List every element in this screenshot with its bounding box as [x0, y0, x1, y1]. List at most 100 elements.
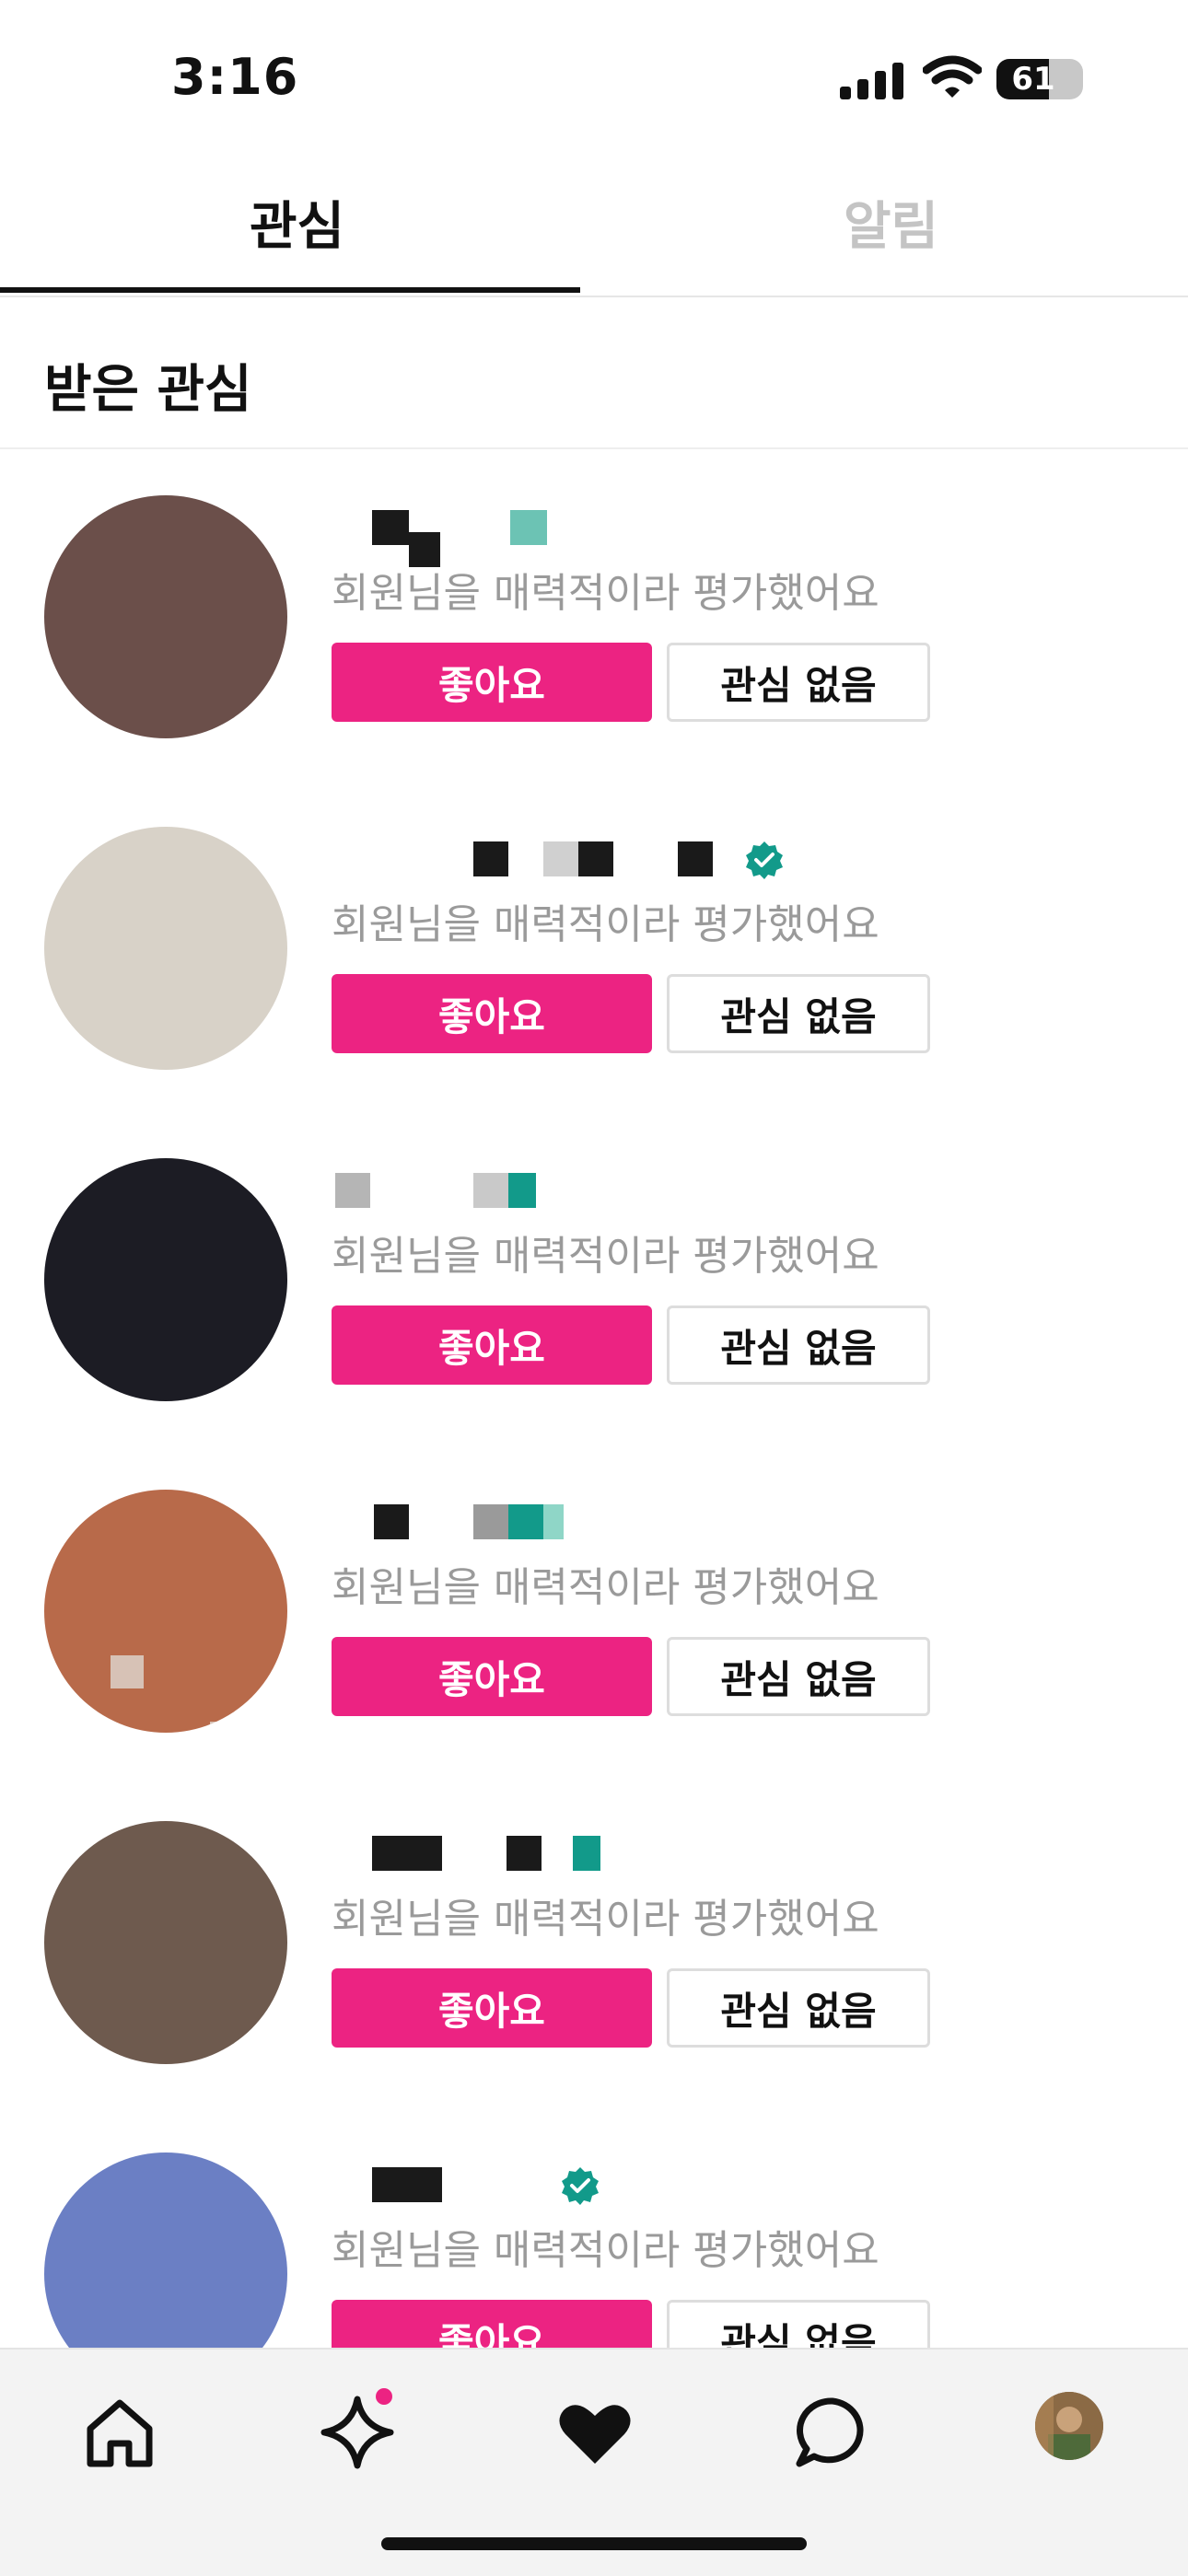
not-interested-button[interactable]: 관심 없음: [667, 974, 930, 1053]
item-subtitle: 회원님을 매력적이라 평가했어요: [332, 1564, 879, 1611]
avatar-mosaic-cell: [210, 1954, 243, 1987]
avatar-mosaic-cell: [144, 1191, 177, 1224]
list-item[interactable]: 회원님을 매력적이라 평가했어요 좋아요 관심 없음: [0, 2106, 1188, 2348]
avatar-mosaic-cell: [144, 1390, 177, 1401]
like-button[interactable]: 좋아요: [332, 974, 652, 1053]
avatar-mosaic-cell: [144, 1589, 177, 1622]
profile-avatar[interactable]: [1035, 2392, 1103, 2460]
list-item[interactable]: 회원님을 매력적이라 평가했어요 좋아요 관심 없음: [0, 1444, 1188, 1775]
avatar-mosaic-cell: [144, 2053, 177, 2064]
avatar-mosaic-cell: [111, 628, 144, 661]
not-interested-button[interactable]: 관심 없음: [667, 643, 930, 722]
nav-chat[interactable]: [786, 2386, 879, 2478]
avatar-mosaic-cell: [44, 1523, 77, 1556]
avatar-mosaic-cell: [77, 1987, 111, 2020]
avatar[interactable]: [44, 1490, 287, 1733]
like-button[interactable]: 좋아요: [332, 643, 652, 722]
username-redacted: [332, 2154, 884, 2221]
not-interested-button[interactable]: 관심 없음: [667, 1637, 930, 1716]
avatar-mosaic-cell: [210, 1224, 243, 1258]
avatar-mosaic-cell: [77, 1523, 111, 1556]
avatar-mosaic-cell: [276, 1291, 287, 1324]
avatar-mosaic-cell: [111, 1324, 144, 1357]
avatar-mosaic-cell: [210, 1688, 243, 1722]
avatar-mosaic-cell: [144, 661, 177, 694]
nav-home[interactable]: [74, 2386, 166, 2478]
like-button[interactable]: 좋아요: [332, 2300, 652, 2348]
avatar-mosaic-cell: [144, 1688, 177, 1722]
avatar-mosaic-cell: [276, 1655, 287, 1688]
list-item[interactable]: 회원님을 매력적이라 평가했어요 좋아요 관심 없음: [0, 781, 1188, 1112]
avatar-mosaic-cell: [77, 827, 111, 860]
avatar-mosaic-cell: [77, 1722, 111, 1733]
avatar-mosaic-cell: [111, 1258, 144, 1291]
avatar-mosaic-cell: [243, 959, 276, 992]
avatar[interactable]: [44, 2152, 287, 2348]
home-indicator: [381, 2537, 807, 2550]
avatar-mosaic-cell: [177, 1887, 210, 1920]
like-button[interactable]: 좋아요: [332, 1968, 652, 2048]
avatar[interactable]: [44, 1821, 287, 2064]
avatar-mosaic-cell: [44, 1987, 77, 2020]
avatar-mosaic-cell: [77, 495, 111, 528]
avatar-mosaic-cell: [210, 1523, 243, 1556]
avatar-mosaic-cell: [144, 495, 177, 528]
avatar-mosaic-cell: [177, 1158, 210, 1191]
nav-discover[interactable]: [311, 2386, 403, 2478]
tab-interest[interactable]: 관심: [0, 161, 594, 294]
avatar-mosaic-cell: [210, 1258, 243, 1291]
avatar-mosaic-cell: [276, 661, 287, 694]
avatar-mosaic-cell: [210, 1490, 243, 1523]
avatar-mosaic-cell: [243, 2152, 276, 2186]
like-button[interactable]: 좋아요: [332, 1637, 652, 1716]
item-subtitle: 회원님을 매력적이라 평가했어요: [332, 1896, 879, 1943]
tab-notifications[interactable]: 알림: [594, 161, 1188, 294]
avatar-mosaic-cell: [77, 1821, 111, 1854]
notification-dot: [376, 2388, 392, 2405]
avatar-mosaic-cell: [44, 959, 77, 992]
section-header: 받은 관심: [0, 296, 1188, 449]
not-interested-button[interactable]: 관심 없음: [667, 1305, 930, 1385]
list-item[interactable]: 회원님을 매력적이라 평가했어요 좋아요 관심 없음: [0, 1112, 1188, 1444]
avatar-mosaic-cell: [210, 1987, 243, 2020]
avatar-mosaic-cell: [144, 1523, 177, 1556]
avatar[interactable]: [44, 1158, 287, 1401]
avatar-mosaic-cell: [144, 2152, 177, 2186]
avatar-mosaic-cell: [44, 1191, 77, 1224]
not-interested-button[interactable]: 관심 없음: [667, 1968, 930, 2048]
avatar-mosaic-cell: [243, 628, 276, 661]
avatar-mosaic-cell: [44, 562, 77, 595]
avatar-mosaic-cell: [177, 1026, 210, 1059]
like-button[interactable]: 좋아요: [332, 1305, 652, 1385]
avatar-mosaic-cell: [243, 1722, 276, 1733]
list-item[interactable]: 회원님을 매력적이라 평가했어요 좋아요 관심 없음: [0, 449, 1188, 781]
avatar-mosaic-cell: [243, 1357, 276, 1390]
avatar-mosaic-cell: [210, 528, 243, 562]
avatar[interactable]: [44, 827, 287, 1070]
status-bar: 3:16 61: [0, 0, 1188, 157]
not-interested-button[interactable]: 관심 없음: [667, 2300, 930, 2348]
avatar[interactable]: [44, 495, 287, 738]
avatar-mosaic-cell: [177, 1854, 210, 1887]
avatar-mosaic-cell: [177, 595, 210, 628]
avatar-mosaic-cell: [144, 628, 177, 661]
avatar-mosaic-cell: [276, 827, 287, 860]
avatar-mosaic-cell: [144, 1854, 177, 1887]
avatar-mosaic-cell: [177, 562, 210, 595]
avatar-mosaic-cell: [44, 1589, 77, 1622]
avatar-mosaic-cell: [44, 1158, 77, 1191]
avatar-mosaic-cell: [243, 2219, 276, 2252]
avatar-mosaic-cell: [111, 595, 144, 628]
avatar-mosaic-cell: [243, 1158, 276, 1191]
avatar-mosaic-cell: [111, 1854, 144, 1887]
list-item[interactable]: 회원님을 매력적이라 평가했어요 좋아요 관심 없음: [0, 1775, 1188, 2106]
avatar-mosaic-cell: [243, 1854, 276, 1887]
avatar-mosaic-cell: [77, 1357, 111, 1390]
avatar-mosaic-cell: [243, 661, 276, 694]
avatar-mosaic-cell: [111, 694, 144, 727]
avatar-mosaic-cell: [210, 2318, 243, 2348]
avatar-mosaic-cell: [44, 2285, 77, 2318]
avatar-mosaic-cell: [210, 2152, 243, 2186]
nav-likes[interactable]: [549, 2386, 641, 2478]
avatar-mosaic-cell: [111, 1523, 144, 1556]
